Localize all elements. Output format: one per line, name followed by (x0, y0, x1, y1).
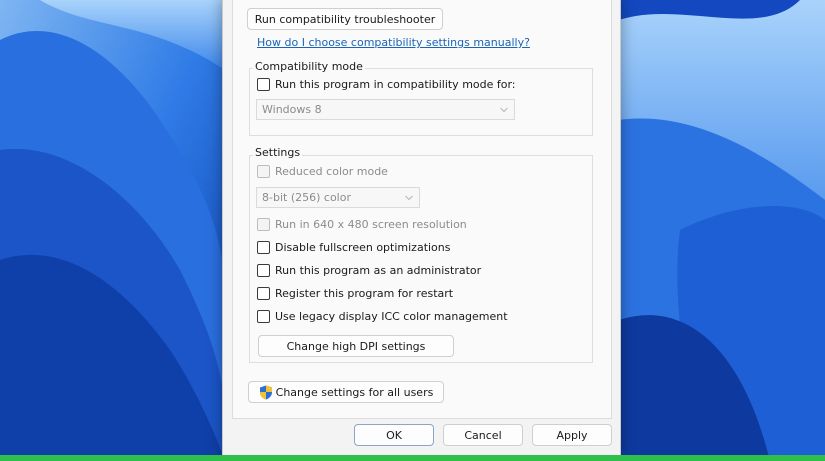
cancel-label: Cancel (464, 428, 502, 442)
legacy-icc-checkbox-box[interactable] (257, 310, 270, 323)
uac-shield-icon (259, 385, 272, 399)
ok-label: OK (386, 428, 402, 442)
reduced-color-label: Reduced color mode (275, 165, 388, 178)
resolution-checkbox: Run in 640 x 480 screen resolution (257, 218, 467, 231)
properties-dialog: Run compatibility troubleshooter How do … (222, 0, 621, 456)
color-depth-select: 8-bit (256) color (256, 187, 420, 208)
run-as-admin-checkbox[interactable]: Run this program as an administrator (257, 264, 481, 277)
reduced-color-checkbox-box (257, 165, 270, 178)
resolution-label: Run in 640 x 480 screen resolution (275, 218, 467, 231)
fullscreen-optimizations-label: Disable fullscreen optimizations (275, 241, 451, 254)
taskbar-edge (0, 455, 825, 461)
register-restart-checkbox[interactable]: Register this program for restart (257, 287, 453, 300)
settings-title: Settings (253, 146, 303, 159)
chevron-down-icon (405, 195, 413, 200)
change-settings-all-users-button[interactable]: Change settings for all users (248, 381, 444, 403)
register-restart-checkbox-box[interactable] (257, 287, 270, 300)
legacy-icc-label: Use legacy display ICC color management (275, 310, 508, 323)
change-settings-all-users-label: Change settings for all users (275, 385, 434, 399)
run-troubleshooter-label: Run compatibility troubleshooter (254, 12, 436, 26)
compatibility-mode-checkbox-box[interactable] (257, 78, 270, 91)
compatibility-mode-title: Compatibility mode (253, 60, 365, 73)
change-high-dpi-button[interactable]: Change high DPI settings (258, 335, 454, 357)
legacy-icc-checkbox[interactable]: Use legacy display ICC color management (257, 310, 508, 323)
ok-button[interactable]: OK (354, 424, 434, 446)
compatibility-os-select-value: Windows 8 (262, 103, 322, 116)
apply-label: Apply (556, 428, 588, 442)
run-as-admin-label: Run this program as an administrator (275, 264, 482, 277)
compatibility-mode-checkbox-label: Run this program in compatibility mode f… (275, 78, 516, 91)
compatibility-os-select: Windows 8 (256, 99, 515, 120)
compatibility-help-link[interactable]: How do I choose compatibility settings m… (257, 36, 530, 49)
color-depth-select-value: 8-bit (256) color (262, 191, 351, 204)
compatibility-mode-checkbox[interactable]: Run this program in compatibility mode f… (257, 78, 516, 91)
compatibility-tab-page: Run compatibility troubleshooter How do … (232, 0, 612, 419)
change-high-dpi-label: Change high DPI settings (286, 339, 426, 353)
register-restart-label: Register this program for restart (275, 287, 454, 300)
fullscreen-optimizations-checkbox-box[interactable] (257, 241, 270, 254)
fullscreen-optimizations-checkbox[interactable]: Disable fullscreen optimizations (257, 241, 451, 254)
apply-button[interactable]: Apply (532, 424, 612, 446)
run-as-admin-checkbox-box[interactable] (257, 264, 270, 277)
reduced-color-checkbox: Reduced color mode (257, 165, 388, 178)
cancel-button[interactable]: Cancel (443, 424, 523, 446)
chevron-down-icon (500, 107, 508, 112)
resolution-checkbox-box (257, 218, 270, 231)
run-troubleshooter-button[interactable]: Run compatibility troubleshooter (247, 8, 443, 30)
